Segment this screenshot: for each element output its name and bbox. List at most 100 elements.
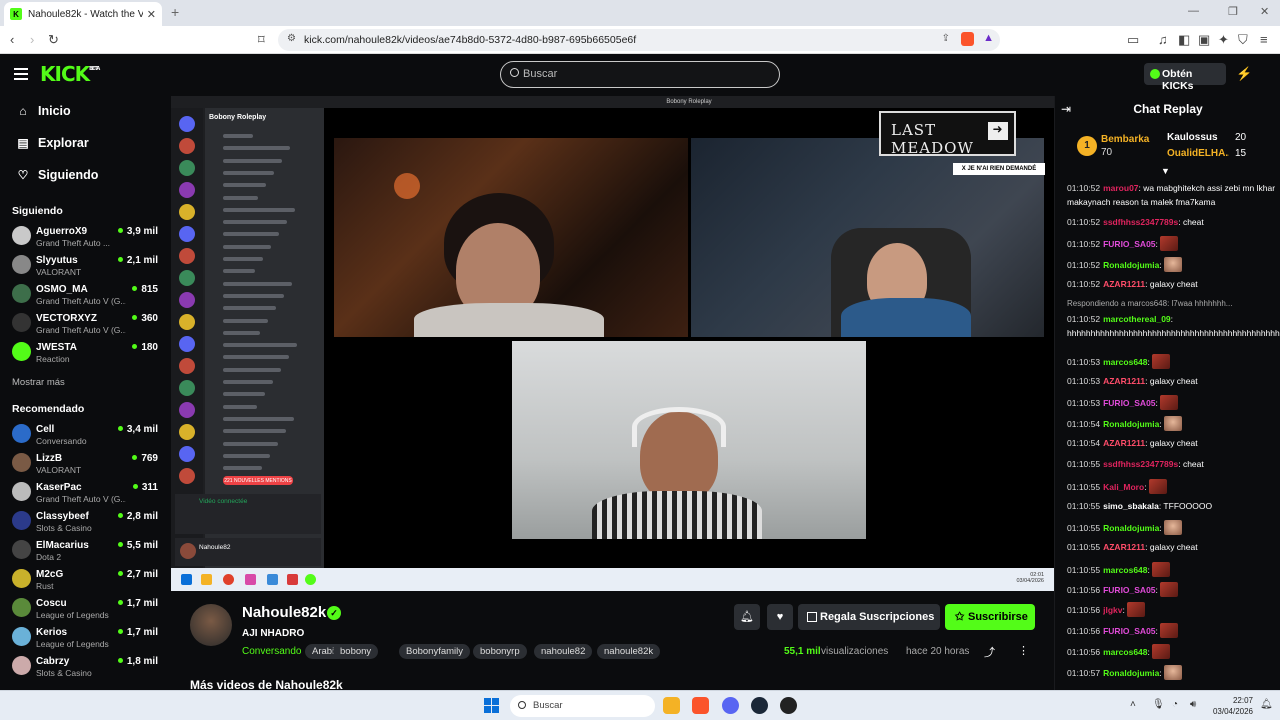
sidebar-channel[interactable]: OSMO_MA Grand Theft Auto V (G... 815 — [12, 281, 162, 309]
wallet-icon[interactable]: ▣ — [1198, 32, 1210, 48]
bookmark-icon[interactable]: ⌑ — [258, 32, 265, 48]
message-username[interactable]: AZAR1211 — [1103, 279, 1145, 289]
tag-chip[interactable]: nahoule82 — [534, 644, 593, 659]
message-username[interactable]: marou07 — [1103, 183, 1138, 193]
leaderboard-name-2[interactable]: Kaulossus — [1167, 132, 1218, 143]
login-icon[interactable]: ⚡ — [1236, 66, 1252, 82]
search-input[interactable]: Buscar — [500, 61, 780, 88]
message-username[interactable]: marcos648 — [1103, 647, 1147, 657]
message-username[interactable]: ssdfhhss2347789s — [1103, 459, 1178, 469]
sidebar-channel[interactable]: KaserPac Grand Theft Auto V (G... 311 — [12, 479, 162, 507]
close-window-icon[interactable]: ✕ — [1260, 5, 1269, 18]
site-header: KICKBETA Buscar Obtén KICKs ⚡ — [0, 54, 1280, 96]
message-username[interactable]: Kali_Moro — [1103, 482, 1144, 492]
message-username[interactable]: FURIO_SA05 — [1103, 585, 1155, 595]
category-link[interactable]: Conversando — [242, 646, 301, 657]
hamburger-menu-icon[interactable] — [14, 68, 28, 80]
steam-icon[interactable] — [751, 697, 768, 714]
tag-chip[interactable]: bobony — [333, 644, 379, 659]
message-username[interactable]: Ronaldojumia — [1103, 523, 1159, 533]
brave-shields-icon[interactable] — [961, 32, 974, 46]
nav-home[interactable]: ⌂ Inicio — [16, 104, 70, 118]
nav-following[interactable]: ♡ Siguiendo — [16, 168, 99, 182]
message-username[interactable]: FURIO_SA05 — [1103, 239, 1155, 249]
microphone-icon[interactable]: 🎙︎ — [1152, 699, 1165, 710]
vpn-icon[interactable]: ⛉ — [1238, 32, 1248, 48]
more-options-icon[interactable]: ⋮ — [1018, 644, 1029, 657]
tag-chip[interactable]: nahoule82k — [597, 644, 661, 659]
maximize-icon[interactable]: ❐ — [1228, 5, 1238, 18]
sidebar-toggle-icon[interactable]: ▭ — [1127, 32, 1139, 48]
sidebar-channel[interactable]: Classybeef Slots & Casino 2,8 mil — [12, 508, 162, 536]
message-username[interactable]: marcos648 — [1103, 357, 1147, 367]
taskbar-clock[interactable]: 22:07 03/04/2026 — [1208, 695, 1253, 717]
message-username[interactable]: simo_sbakala — [1103, 501, 1159, 511]
brave-rewards-icon[interactable]: ▲ — [983, 32, 994, 44]
chevron-up-icon[interactable]: ˄ — [1130, 699, 1136, 710]
app-icon[interactable] — [780, 697, 797, 714]
wifi-icon[interactable]: ◔ — [1172, 699, 1178, 710]
share-icon[interactable]: ⇪ — [942, 33, 950, 44]
message-username[interactable]: FURIO_SA05 — [1103, 626, 1155, 636]
message-username[interactable]: ssdfhhss2347789s — [1103, 217, 1178, 227]
video-player[interactable]: Bobony Roleplay 221 NOUVELLES MENTIONS V… — [171, 96, 1054, 591]
leo-ai-icon[interactable]: ✦ — [1218, 32, 1229, 48]
sidebar-channel[interactable]: ElMacarius Dota 2 5,5 mil — [12, 537, 162, 565]
kick-logo[interactable]: KICKBETA — [40, 62, 100, 86]
message-username[interactable]: marcothereal_09 — [1103, 314, 1171, 324]
windows-start-icon[interactable] — [484, 698, 500, 714]
sidebar-channel[interactable]: Cell Conversando 3,4 mil — [12, 421, 162, 449]
notification-bell-button[interactable]: 🔔︎ — [734, 604, 760, 630]
address-bar[interactable]: ⚙ kick.com/nahoule82k/videos/ae74b8d0-53… — [278, 29, 1000, 51]
message-username[interactable]: AZAR1211 — [1103, 376, 1145, 386]
message-username[interactable]: Ronaldojumia — [1103, 260, 1159, 270]
follow-heart-button[interactable]: ♥ — [767, 604, 793, 630]
tag-chip[interactable]: bobonyrp — [473, 644, 527, 659]
get-kicks-button[interactable]: Obtén KICKs — [1144, 63, 1226, 92]
expand-leaderboard-icon[interactable]: ▼ — [1161, 166, 1170, 176]
volume-icon[interactable]: 🔊︎ — [1190, 699, 1196, 710]
panel-icon[interactable]: ◧ — [1178, 32, 1190, 48]
brave-browser-icon[interactable] — [692, 697, 709, 714]
reload-icon[interactable]: ↻ — [48, 32, 59, 48]
forward-icon[interactable]: › — [30, 32, 34, 47]
message-username[interactable]: AZAR1211 — [1103, 438, 1145, 448]
music-icon[interactable]: ♫ — [1158, 32, 1168, 47]
nav-explore[interactable]: ▤ Explorar — [16, 136, 88, 150]
message-username[interactable]: Ronaldojumia — [1103, 668, 1159, 678]
sidebar-channel[interactable]: M2cG Rust 2,7 mil — [12, 566, 162, 594]
discord-icon[interactable] — [722, 697, 739, 714]
tag-chip[interactable]: Bobonyfamily — [399, 644, 471, 659]
sidebar-channel[interactable]: VECTORXYZ Grand Theft Auto V (G... 360 — [12, 310, 162, 338]
file-explorer-icon[interactable] — [663, 697, 680, 714]
message-username[interactable]: FURIO_SA05 — [1103, 398, 1155, 408]
new-tab-icon[interactable]: + — [171, 4, 179, 20]
close-tab-icon[interactable]: ✕ — [147, 8, 156, 21]
subscribe-button[interactable]: ✩ Suscribirse — [945, 604, 1035, 630]
sidebar-channel[interactable]: Kerios League of Legends 1,7 mil — [12, 624, 162, 652]
taskbar-search[interactable]: Buscar — [510, 695, 655, 717]
sidebar-channel[interactable]: JWESTA Reaction 180 — [12, 339, 162, 367]
menu-icon[interactable]: ≡ — [1260, 32, 1268, 47]
leaderboard-name-1[interactable]: Bembarka — [1101, 134, 1149, 145]
browser-tab[interactable]: K Nahoule82k - Watch the VOD ✕ — [4, 2, 162, 26]
show-more-link[interactable]: Mostrar más — [12, 377, 65, 388]
share-icon[interactable]: ⤴ — [984, 644, 995, 660]
channel-avatar[interactable] — [190, 604, 232, 646]
message-username[interactable]: AZAR1211 — [1103, 542, 1145, 552]
sidebar-channel[interactable]: LizzB VALORANT 769 — [12, 450, 162, 478]
gift-subs-button[interactable]: Regala Suscripciones — [798, 604, 940, 630]
sidebar-channel[interactable]: Cabrzy Slots & Casino 1,8 mil — [12, 653, 162, 681]
message-username[interactable]: jlgkv — [1103, 605, 1122, 615]
sidebar-channel[interactable]: Coscu League of Legends 1,7 mil — [12, 595, 162, 623]
channel-name[interactable]: Nahoule82k — [242, 604, 326, 621]
leaderboard-name-3[interactable]: OualidELHA... — [1167, 148, 1229, 159]
back-icon[interactable]: ‹ — [10, 32, 14, 47]
notifications-icon[interactable]: 🔔︎ — [1260, 699, 1273, 710]
message-username[interactable]: Ronaldojumia — [1103, 419, 1159, 429]
message-username[interactable]: marcos648 — [1103, 565, 1147, 575]
minimize-icon[interactable]: — — [1188, 5, 1199, 17]
sidebar-channel[interactable]: Slyyutus VALORANT 2,1 mil — [12, 252, 162, 280]
sidebar-channel[interactable]: AguerroX9 Grand Theft Auto ... 3,9 mil — [12, 223, 162, 251]
site-info-icon[interactable]: ⚙ — [287, 33, 296, 44]
